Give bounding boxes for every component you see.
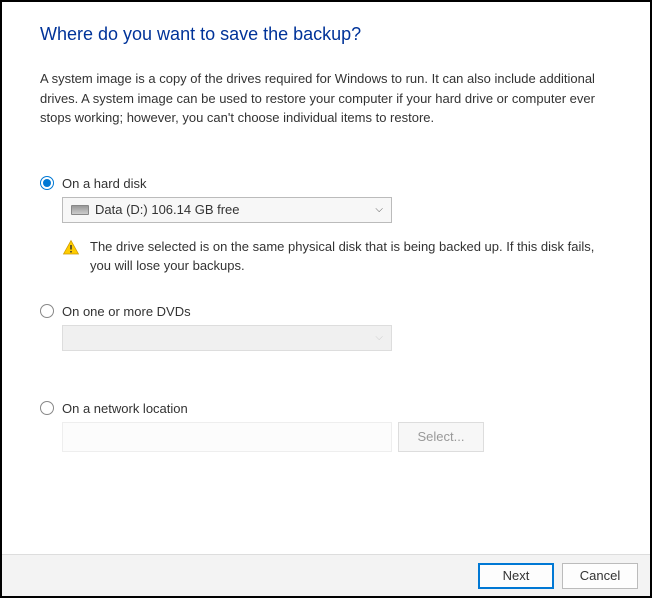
option-hard-disk[interactable]: On a hard disk [40,176,612,191]
network-row: Select... [62,422,612,452]
radio-hard-disk[interactable] [40,176,54,190]
page-title: Where do you want to save the backup? [40,24,612,45]
option-dvd-label: On one or more DVDs [62,304,191,319]
option-dvd[interactable]: On one or more DVDs [40,304,612,319]
drive-dropdown-value: Data (D:) 106.14 GB free [95,202,240,217]
warning-icon [62,239,80,257]
warning-row: The drive selected is on the same physic… [62,237,612,276]
dialog-footer: Next Cancel [2,554,650,596]
option-network-label: On a network location [62,401,188,416]
drive-icon [71,205,89,215]
cancel-button[interactable]: Cancel [562,563,638,589]
option-network[interactable]: On a network location [40,401,612,416]
drive-dropdown[interactable]: Data (D:) 106.14 GB free ⌵ [62,197,392,223]
page-description: A system image is a copy of the drives r… [40,69,600,128]
radio-dvd[interactable] [40,304,54,318]
chevron-down-icon: ⌵ [375,332,383,343]
warning-text: The drive selected is on the same physic… [90,237,600,276]
option-hard-disk-label: On a hard disk [62,176,147,191]
next-button[interactable]: Next [478,563,554,589]
select-button: Select... [398,422,484,452]
radio-network[interactable] [40,401,54,415]
chevron-down-icon: ⌵ [375,204,383,215]
network-path-input [62,422,392,452]
dialog-content: Where do you want to save the backup? A … [2,2,650,452]
dvd-dropdown: ⌵ [62,325,392,351]
